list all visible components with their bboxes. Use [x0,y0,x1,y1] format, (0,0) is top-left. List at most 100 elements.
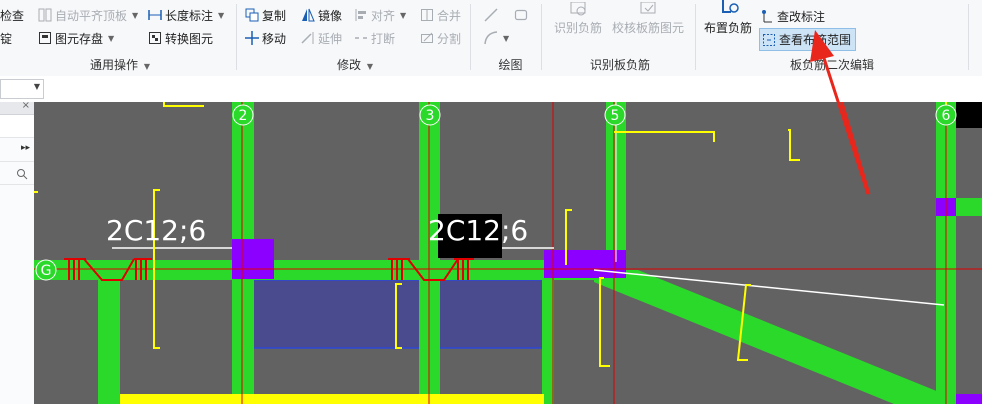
check-rebar-label: 校核板筋图元 [611,21,684,35]
save-element-label: 图元存盘 [55,31,104,46]
element-select[interactable]: ▼ [0,79,44,99]
beam-yellow[interactable] [120,394,544,404]
beam[interactable] [956,198,982,216]
fix-button[interactable]: 锭 [0,28,12,48]
save-element-icon [38,31,52,45]
close-icon[interactable]: × [22,100,30,111]
rebar-label[interactable]: 2C12;6 [106,216,206,246]
identify-neg-label: 识别负筋 [553,21,602,35]
annotation-arrow [840,102,871,195]
panel-header: × [0,100,34,115]
mirror-icon [301,8,315,22]
extend-button[interactable]: 延伸 [301,28,342,48]
rebar-label[interactable]: 2C12;6 [428,216,528,246]
merge-icon [420,8,434,22]
ribbon-toolbar: 检查 自动平齐顶板 ▼ 长度标注 ▼ 锭 图元存盘 ▼ 转换图元 通用操作 ▼ [0,0,982,77]
axis-label-3: 3 [426,108,435,124]
extend-label: 延伸 [318,31,343,46]
copy-button[interactable]: 复制 [245,5,286,25]
place-neg-label: 布置负筋 [703,21,752,35]
column[interactable] [232,239,274,279]
length-dim-button[interactable]: 长度标注 ▼ [148,5,224,25]
length-dimension-icon [148,8,162,22]
draw-arc-button[interactable]: ▼ [484,28,509,48]
draw-line-button[interactable] [484,5,498,25]
beam[interactable] [98,278,120,404]
column[interactable] [956,102,982,128]
range-icon [762,33,776,47]
auto-flush-label: 自动平齐顶板 [55,8,128,23]
column[interactable] [956,394,982,404]
group-label-edit: 板负筋二次编辑 [789,58,874,72]
chevron-down-icon: ▼ [143,62,150,71]
flush-icon [38,8,52,22]
copy-label: 复制 [262,8,287,23]
panel-row [0,115,34,138]
align-button[interactable]: 对齐 ▼ [354,5,406,25]
identify-neg-rebar-button[interactable]: 识别负筋 [549,1,607,36]
extend-icon [301,31,315,45]
chevron-down-icon: ▼ [33,82,40,91]
left-panel: × ▸▸ [0,100,35,404]
group-divider [968,4,969,70]
save-element-button[interactable]: 图元存盘 ▼ [38,28,114,48]
auto-flush-button[interactable]: 自动平齐顶板 ▼ [38,5,138,25]
check-annot-label: 查改标注 [777,9,826,24]
break-label: 打断 [371,31,396,46]
move-button[interactable]: 移动 [245,28,286,48]
split-icon [420,31,434,45]
chevron-down-icon: ▼ [132,10,139,20]
mirror-button[interactable]: 镜像 [301,5,342,25]
mirror-label: 镜像 [318,8,343,23]
group-divider [470,4,471,70]
check-button[interactable]: 检查 [0,5,24,25]
axis-label-2: 2 [239,108,248,124]
axis-label-g: G [41,263,52,279]
view-range-label: 查看布筋范围 [779,33,852,47]
group-label-modify: 修改 ▼ [337,58,373,72]
break-button[interactable]: 打断 [354,28,395,48]
double-chevron-right-icon: ▸▸ [20,143,30,153]
break-icon [354,31,368,45]
group-label-identify: 识别板负筋 [589,58,650,72]
expand-button[interactable]: ▸▸ [0,139,34,162]
check-rebar-icon [608,1,688,18]
search-icon [17,169,28,180]
chevron-down-icon: ▼ [503,33,510,43]
convert-element-label: 转换图元 [165,31,214,46]
axis-label-6: 6 [942,108,951,124]
move-icon [245,31,259,45]
diagonal-beam[interactable] [594,270,939,404]
cad-canvas[interactable]: G 2 3 5 6 2C12;6 2C12;6 [34,102,982,404]
merge-label: 合并 [437,8,462,23]
convert-element-button[interactable]: 转换图元 [148,28,213,48]
split-button[interactable]: 分割 [420,28,461,48]
annotation-icon [760,9,774,23]
fix-label: 锭 [0,31,13,46]
align-icon [354,8,368,22]
move-label: 移动 [262,31,287,46]
place-rebar-icon [700,0,756,18]
check-annotation-button[interactable]: 查改标注 [760,6,825,26]
convert-icon [148,31,162,45]
identify-rebar-icon [549,1,607,18]
copy-icon [245,8,259,22]
property-bar: ▼ [0,76,982,103]
check-rebar-element-button[interactable]: 校核板筋图元 [608,1,688,36]
line-icon [484,8,498,22]
beam[interactable] [542,278,554,404]
check-label: 检查 [0,8,25,23]
chevron-down-icon: ▼ [366,62,373,71]
merge-button[interactable]: 合并 [420,5,461,25]
chevron-down-icon: ▼ [400,10,407,20]
chevron-down-icon: ▼ [108,33,115,43]
length-dim-label: 长度标注 [165,8,214,23]
place-neg-rebar-button[interactable]: 布置负筋 [700,0,756,36]
align-label: 对齐 [371,8,396,23]
draw-rect-button[interactable] [514,5,528,25]
chevron-down-icon: ▼ [218,10,225,20]
drawing-svg[interactable]: G 2 3 5 6 [34,102,982,404]
view-rebar-range-button[interactable]: 查看布筋范围 [759,28,857,51]
search-field[interactable] [0,164,34,185]
group-label-draw: 绘图 [498,58,523,72]
